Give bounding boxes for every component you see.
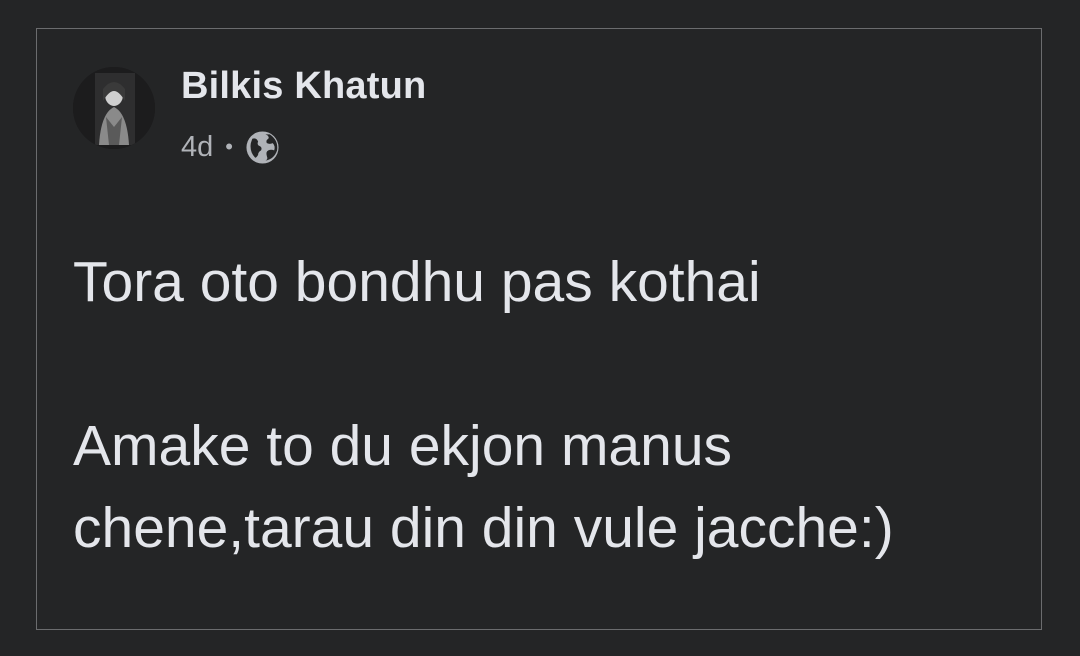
- post-card: Bilkis Khatun 4d • Tora oto bondhu pas k…: [36, 28, 1042, 630]
- meta-separator: •: [225, 134, 233, 159]
- globe-icon[interactable]: [245, 130, 280, 165]
- avatar[interactable]: [73, 67, 155, 149]
- post-timestamp[interactable]: 4d: [181, 131, 213, 164]
- author-name[interactable]: Bilkis Khatun: [181, 65, 426, 108]
- post-meta: 4d •: [181, 127, 280, 167]
- post-text: Tora oto bondhu pas kothai Amake to du e…: [73, 250, 894, 560]
- avatar-image: [73, 67, 155, 149]
